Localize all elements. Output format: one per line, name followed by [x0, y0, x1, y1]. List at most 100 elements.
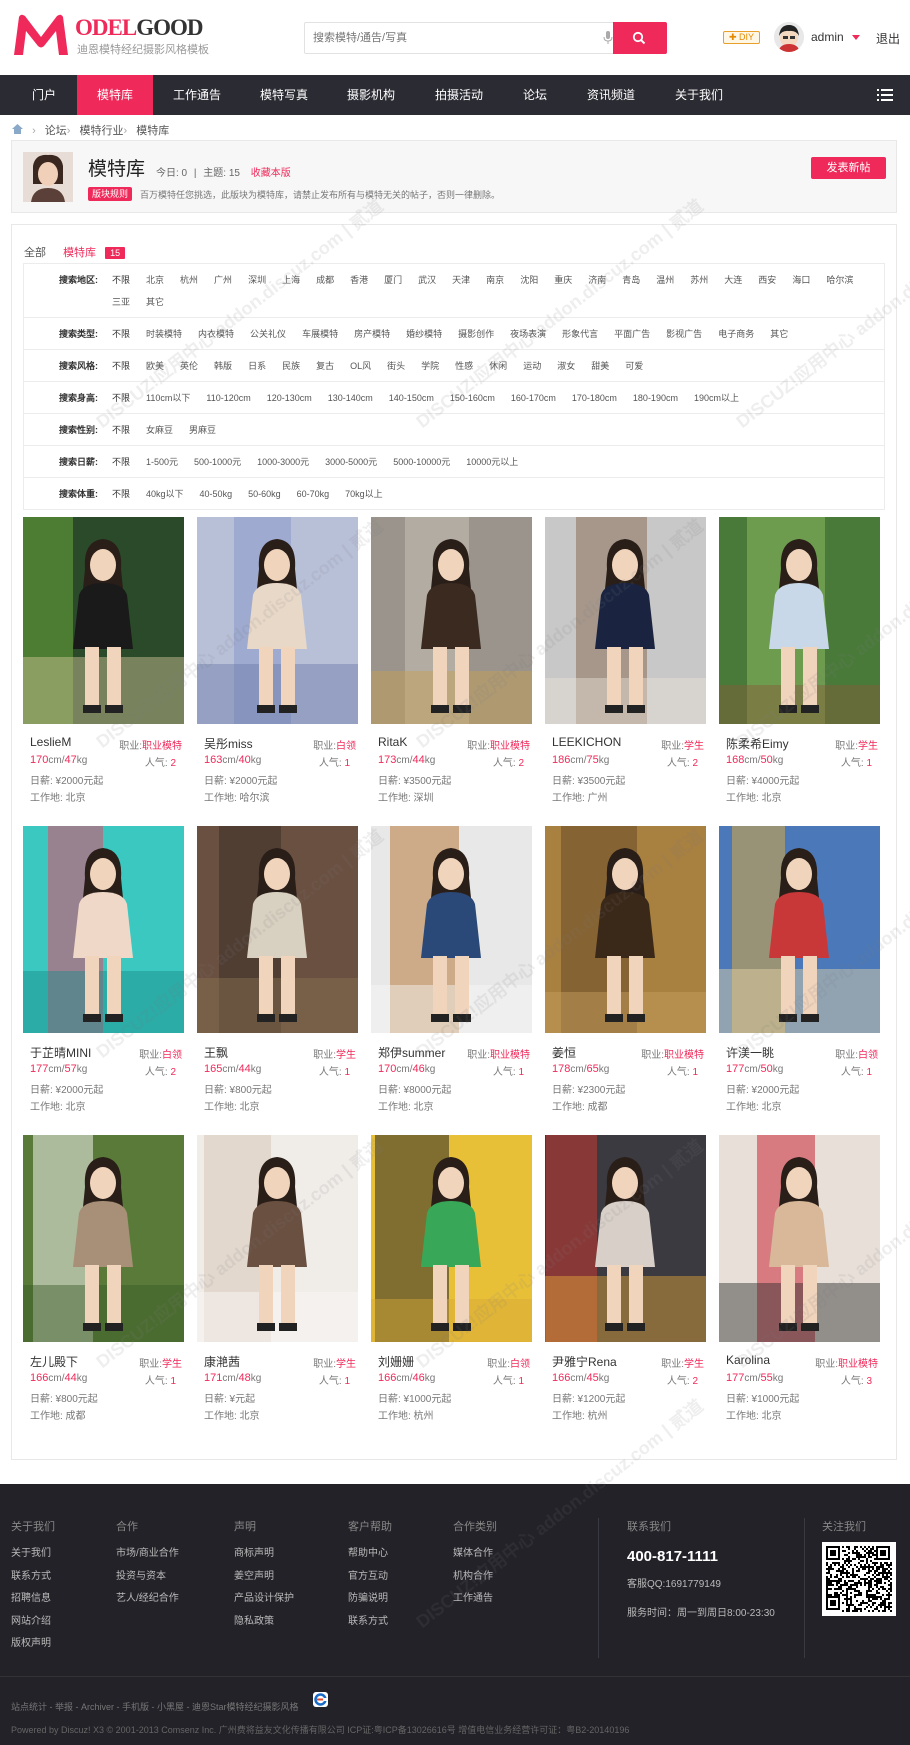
- filter-option[interactable]: 欧美: [146, 355, 164, 377]
- model-photo[interactable]: [719, 826, 880, 1033]
- filter-option[interactable]: 街头: [387, 355, 405, 377]
- filter-option[interactable]: 海口: [792, 269, 810, 291]
- model-photo[interactable]: [719, 1135, 880, 1342]
- breadcrumb-forum[interactable]: 论坛: [45, 125, 67, 137]
- filter-option[interactable]: 60-70kg: [297, 483, 330, 505]
- model-photo[interactable]: [719, 517, 880, 724]
- model-photo[interactable]: [23, 517, 184, 724]
- footer-link[interactable]: 姜空声明: [234, 1571, 294, 1594]
- site-logo[interactable]: ODELGOOD 迪恩模特经纪摄影风格模板: [11, 13, 216, 57]
- filter-option[interactable]: 影视广告: [666, 323, 702, 345]
- filter-option[interactable]: 500-1000元: [194, 451, 241, 473]
- filter-option[interactable]: 5000-10000元: [393, 451, 450, 473]
- model-photo[interactable]: [371, 826, 532, 1033]
- filter-option[interactable]: 重庆: [554, 269, 572, 291]
- filter-option[interactable]: 日系: [248, 355, 266, 377]
- model-photo[interactable]: [545, 826, 706, 1033]
- nav-item-job-notices[interactable]: 工作通告: [160, 75, 234, 115]
- model-card[interactable]: 姜恒 职业:职业模特 178cm/65kg 人气: 1 日薪: ¥2300元起 工作地: …: [545, 826, 706, 1126]
- diy-button[interactable]: ✚ DIY: [723, 31, 760, 44]
- filter-option[interactable]: 140-150cm: [389, 387, 434, 409]
- footer-link[interactable]: 艺人/经纪合作: [116, 1593, 179, 1616]
- filter-option[interactable]: 不限: [112, 269, 130, 291]
- filter-option[interactable]: 民族: [282, 355, 300, 377]
- filter-option[interactable]: 温州: [656, 269, 674, 291]
- footer-link[interactable]: 隐私政策: [234, 1616, 294, 1639]
- filter-option[interactable]: 南京: [486, 269, 504, 291]
- nav-item-about[interactable]: 关于我们: [662, 75, 736, 115]
- filter-option[interactable]: 武汉: [418, 269, 436, 291]
- nav-item-studios[interactable]: 摄影机构: [334, 75, 408, 115]
- filter-option[interactable]: 40kg以下: [146, 483, 184, 505]
- filter-option[interactable]: 3000-5000元: [325, 451, 377, 473]
- filter-option[interactable]: 70kg以上: [345, 483, 383, 505]
- footer-link[interactable]: 产品设计保护: [234, 1593, 294, 1616]
- footer-link[interactable]: 商标声明: [234, 1548, 294, 1571]
- nav-item-shoots[interactable]: 拍摄活动: [422, 75, 496, 115]
- username-link[interactable]: admin: [811, 30, 844, 44]
- footer-link[interactable]: 招聘信息: [11, 1593, 55, 1616]
- logout-link[interactable]: 退出: [876, 30, 900, 47]
- user-avatar[interactable]: [774, 22, 804, 52]
- footer-link[interactable]: 投资与资本: [116, 1571, 179, 1594]
- filter-option[interactable]: 时装模特: [146, 323, 182, 345]
- filter-option[interactable]: 公关礼仪: [250, 323, 286, 345]
- filter-option[interactable]: 110-120cm: [206, 387, 250, 409]
- filter-option[interactable]: 甜美: [591, 355, 609, 377]
- chevron-down-icon[interactable]: [852, 35, 860, 40]
- search-input[interactable]: [313, 23, 593, 53]
- filter-option[interactable]: 不限: [112, 451, 130, 473]
- model-name[interactable]: 于芷晴MINI: [30, 1044, 91, 1061]
- new-post-button[interactable]: 发表新帖: [811, 157, 886, 179]
- filter-option[interactable]: OL风: [350, 355, 371, 377]
- model-card[interactable]: LeslieM 职业:职业模特 170cm/47kg 人气: 2 日薪: ¥2000元起…: [23, 517, 184, 817]
- filter-option[interactable]: 160-170cm: [511, 387, 556, 409]
- footer-link[interactable]: 版权声明: [11, 1638, 55, 1661]
- filter-option[interactable]: 夜场表演: [510, 323, 546, 345]
- footer-link[interactable]: 媒体合作: [453, 1548, 497, 1571]
- model-card[interactable]: 吴彤miss 职业:白领 163cm/40kg 人气: 1 日薪: ¥2000元起 工作地…: [197, 517, 358, 817]
- filter-option[interactable]: 青岛: [622, 269, 640, 291]
- model-name[interactable]: LeslieM: [30, 735, 71, 749]
- model-card[interactable]: 尹雅宁Rena 职业:学生 166cm/45kg 人气: 2 日薪: ¥1200元起 工作…: [545, 1135, 706, 1435]
- footer-link[interactable]: 市场/商业合作: [116, 1548, 179, 1571]
- model-photo[interactable]: [371, 517, 532, 724]
- filter-option[interactable]: 济南: [588, 269, 606, 291]
- filter-option[interactable]: 不限: [112, 323, 130, 345]
- model-name[interactable]: LEEKICHON: [552, 735, 621, 749]
- filter-option[interactable]: 不限: [112, 483, 130, 505]
- cert-badge-icon[interactable]: [313, 1692, 328, 1707]
- model-card[interactable]: Karolina 职业:职业模特 177cm/55kg 人气: 3 日薪: ¥1000元…: [719, 1135, 880, 1435]
- filter-option[interactable]: 婚纱模特: [406, 323, 442, 345]
- home-icon[interactable]: [12, 124, 23, 137]
- filter-option[interactable]: 平面广告: [614, 323, 650, 345]
- footer-link[interactable]: 工作通告: [453, 1593, 497, 1616]
- tab-all[interactable]: 全部: [24, 247, 46, 259]
- filter-option[interactable]: 复古: [316, 355, 334, 377]
- model-card[interactable]: 郑伊summer 职业:职业模特 170cm/46kg 人气: 1 日薪: ¥8000元…: [371, 826, 532, 1126]
- footer-link[interactable]: 帮助中心: [348, 1548, 392, 1571]
- model-name[interactable]: 康滟茜: [204, 1353, 240, 1370]
- filter-option[interactable]: 10000元以上: [466, 451, 518, 473]
- breadcrumb-current[interactable]: 模特库: [136, 125, 169, 137]
- filter-option[interactable]: 厦门: [384, 269, 402, 291]
- model-name[interactable]: 刘姗姗: [378, 1353, 414, 1370]
- filter-option[interactable]: 190cm以上: [694, 387, 739, 409]
- model-card[interactable]: 王飘 职业:学生 165cm/44kg 人气: 1 日薪: ¥800元起 工作地: 北京: [197, 826, 358, 1126]
- filter-option[interactable]: 香港: [350, 269, 368, 291]
- nav-item-model-photos[interactable]: 模特写真: [247, 75, 321, 115]
- model-name[interactable]: Karolina: [726, 1353, 770, 1367]
- filter-option[interactable]: 110cm以下: [146, 387, 190, 409]
- model-card[interactable]: 于芷晴MINI 职业:白领 177cm/57kg 人气: 2 日薪: ¥2000元起 工作…: [23, 826, 184, 1126]
- model-photo[interactable]: [197, 517, 358, 724]
- filter-option[interactable]: 170-180cm: [572, 387, 617, 409]
- footer-link[interactable]: 官方互动: [348, 1571, 392, 1594]
- filter-option[interactable]: 房产模特: [354, 323, 390, 345]
- model-card[interactable]: 左儿殿下 职业:学生 166cm/44kg 人气: 1 日薪: ¥800元起 工作地: 成…: [23, 1135, 184, 1435]
- filter-option[interactable]: 不限: [112, 419, 130, 441]
- filter-option[interactable]: 130-140cm: [328, 387, 373, 409]
- model-name[interactable]: 王飘: [204, 1044, 228, 1061]
- favorite-forum-link[interactable]: 收藏本版: [251, 168, 291, 179]
- model-card[interactable]: 许渼一眺 职业:白领 177cm/50kg 人气: 1 日薪: ¥2000元起 工作地: …: [719, 826, 880, 1126]
- filter-option[interactable]: 休闲: [489, 355, 507, 377]
